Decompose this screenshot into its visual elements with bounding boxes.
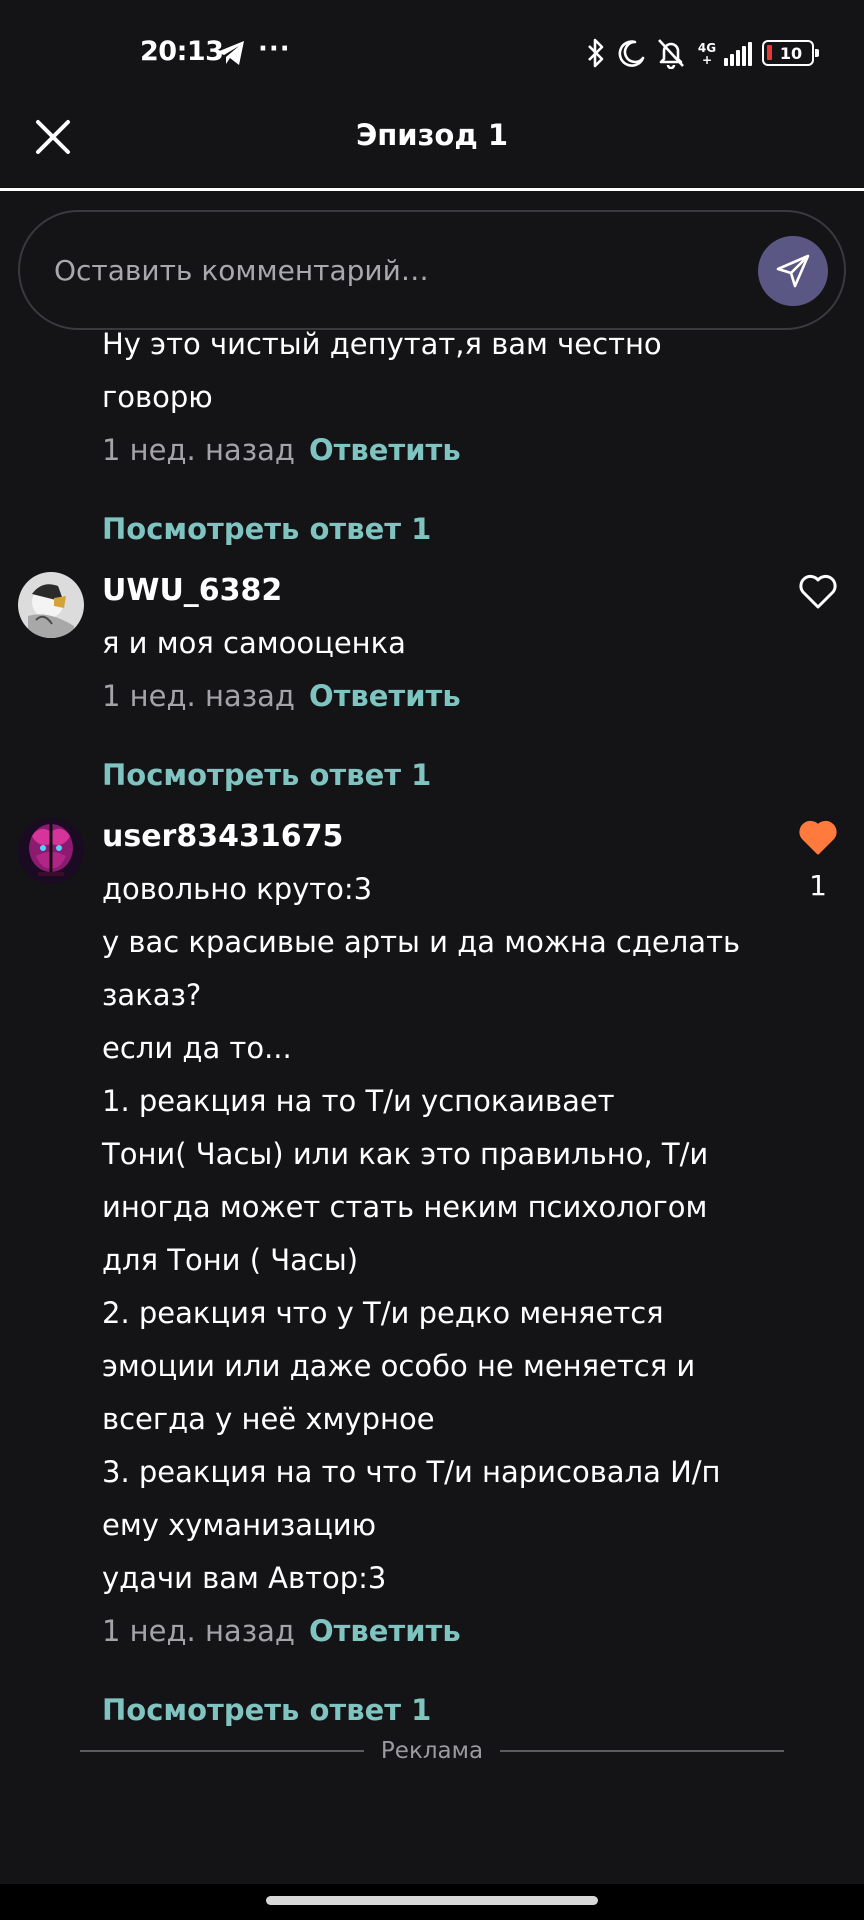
- comment-text-line: для Тони ( Часы): [102, 1243, 359, 1277]
- status-time: 20:13: [140, 36, 224, 67]
- bluetooth-icon: [588, 38, 604, 68]
- comment-text-line: эмоции или даже особо не меняется и: [102, 1349, 696, 1383]
- battery-icon: 10: [762, 40, 819, 66]
- page-title: Эпизод 1: [355, 118, 509, 152]
- system-nav-bar: [0, 1884, 864, 1920]
- comment-input[interactable]: [54, 242, 734, 298]
- comment-text-line: говорю: [102, 380, 213, 414]
- avatar[interactable]: [18, 572, 84, 638]
- comment-text-line: 1. реакция на то Т/и успокаивает: [102, 1084, 615, 1118]
- comment-username[interactable]: user83431675: [102, 810, 740, 863]
- comment-text-line: у вас красивые арты и да можна сделать: [102, 925, 741, 959]
- reply-button[interactable]: Ответить: [309, 1614, 461, 1648]
- send-icon: [776, 254, 810, 288]
- network-type: 4G+: [697, 41, 717, 67]
- comments-list: Ну это чистый депутат,я вам честно говор…: [0, 330, 864, 1870]
- view-replies-link[interactable]: Посмотреть ответ 1: [102, 1684, 740, 1737]
- like-count: 1: [809, 869, 827, 902]
- reply-button[interactable]: Ответить: [309, 433, 461, 467]
- home-indicator[interactable]: [266, 1896, 598, 1905]
- heart-filled-icon: [799, 820, 837, 855]
- send-button[interactable]: [758, 236, 828, 306]
- divider-line-right: [500, 1750, 784, 1752]
- comment-time: 1 нед. назад: [102, 433, 295, 467]
- signal-icon: 4G+: [696, 40, 752, 66]
- comment-time: 1 нед. назад: [102, 679, 295, 713]
- comment-text-line: заказ?: [102, 978, 202, 1012]
- comment-meta: 1 нед. назад Ответить: [102, 424, 662, 477]
- comment-username[interactable]: UWU_6382: [102, 564, 461, 617]
- header-divider: [0, 188, 864, 191]
- moon-icon: [618, 40, 645, 67]
- comment-meta: 1 нед. назад Ответить: [102, 1605, 740, 1658]
- status-icons: 4G+ 10: [586, 36, 819, 70]
- avatar[interactable]: [18, 818, 84, 884]
- view-replies-link[interactable]: Посмотреть ответ 1: [102, 503, 662, 556]
- bell-off-icon: [658, 39, 684, 69]
- like-button[interactable]: [796, 574, 840, 614]
- comment-text-line: всегда у неё хмурное: [102, 1402, 435, 1436]
- comment-text-line: иногда может стать неким психологом: [102, 1190, 708, 1224]
- ad-divider: Реклама: [80, 1738, 784, 1768]
- like-button[interactable]: 1: [796, 820, 840, 906]
- battery-level: 10: [779, 43, 803, 63]
- comment-text-line: ему хуманизацию: [102, 1508, 377, 1542]
- heart-outline-icon: [799, 574, 837, 609]
- comment-composer: [18, 210, 846, 330]
- telegram-icon: [217, 41, 244, 65]
- status-bar: 20:13 ··· 4G+ 10: [0, 0, 864, 108]
- more-notifications-icon: ···: [258, 34, 291, 64]
- comment-text-line: довольно круто:3: [102, 872, 373, 906]
- view-replies-link[interactable]: Посмотреть ответ 1: [102, 749, 461, 802]
- comment-text-line: если да то...: [102, 1031, 292, 1065]
- comment-time: 1 нед. назад: [102, 1614, 295, 1648]
- reply-button[interactable]: Ответить: [309, 679, 461, 713]
- header: Эпизод 1: [0, 108, 864, 190]
- comment-text-line: я и моя самооценка: [102, 626, 406, 660]
- comment-text-line: удачи вам Автор:3: [102, 1561, 387, 1595]
- comment-text-line: 2. реакция что у Т/и редко меняется: [102, 1296, 664, 1330]
- comment-meta: 1 нед. назад Ответить: [102, 670, 461, 723]
- comment-text-line: 3. реакция на то что Т/и нарисовала И/п: [102, 1455, 721, 1489]
- comment-text-line: Тони( Часы) или как это правильно, Т/и: [102, 1137, 709, 1171]
- comment-text-line: Ну это чистый депутат,я вам честно: [102, 330, 662, 361]
